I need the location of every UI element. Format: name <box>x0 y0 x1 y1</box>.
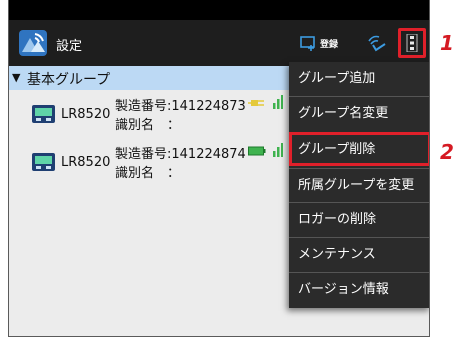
menu-item-delete-logger[interactable]: ロガーの削除 <box>289 202 429 236</box>
status-bar <box>9 0 429 20</box>
menu-item-version-info[interactable]: バージョン情報 <box>289 272 429 306</box>
battery-full-icon <box>248 146 266 156</box>
callout-number-2: 2 <box>440 140 454 164</box>
action-bar: 設定 登録 <box>9 20 429 66</box>
group-name: 基本グループ <box>27 72 111 88</box>
menu-item-rename-group[interactable]: グループ名変更 <box>289 96 429 130</box>
logger-device-icon <box>32 153 55 171</box>
wireless-sync-icon[interactable] <box>365 31 387 53</box>
menu-item-change-group[interactable]: 所属グループを変更 <box>289 168 429 202</box>
device-ident: 識別名 ： <box>115 166 181 181</box>
overflow-menu: グループ追加 グループ名変更 グループ削除 所属グループを変更 ロガーの削除 メ… <box>289 62 429 308</box>
menu-item-maintenance[interactable]: メンテナンス <box>289 237 429 271</box>
signal-icon <box>273 143 283 157</box>
callout-number-1: 1 <box>440 31 454 55</box>
app-title: 設定 <box>56 39 83 54</box>
collapse-arrow-icon: ▼ <box>12 71 21 84</box>
signal-icon <box>273 95 283 109</box>
app-logo-icon <box>19 30 47 56</box>
menu-item-delete-group[interactable]: グループ削除 <box>289 132 429 166</box>
usb-power-icon <box>248 100 264 106</box>
device-model: LR8520 <box>61 107 111 122</box>
menu-item-add-group[interactable]: グループ追加 <box>289 62 429 96</box>
register-label: 登録 <box>320 40 339 50</box>
device-screen: 設定 登録 ▼ 基本グループ LR8520 製造番号:141224873 識別名… <box>8 0 430 337</box>
device-model: LR8520 <box>61 155 111 170</box>
overflow-menu-button[interactable] <box>398 28 426 58</box>
device-serial: 製造番号:141224874 <box>115 147 246 162</box>
device-serial: 製造番号:141224873 <box>115 99 246 114</box>
register-icon <box>300 36 315 51</box>
device-ident: 識別名 ： <box>115 118 181 133</box>
more-vert-icon <box>406 34 418 52</box>
logger-device-icon <box>32 105 55 123</box>
register-button[interactable]: 登録 <box>300 33 354 55</box>
